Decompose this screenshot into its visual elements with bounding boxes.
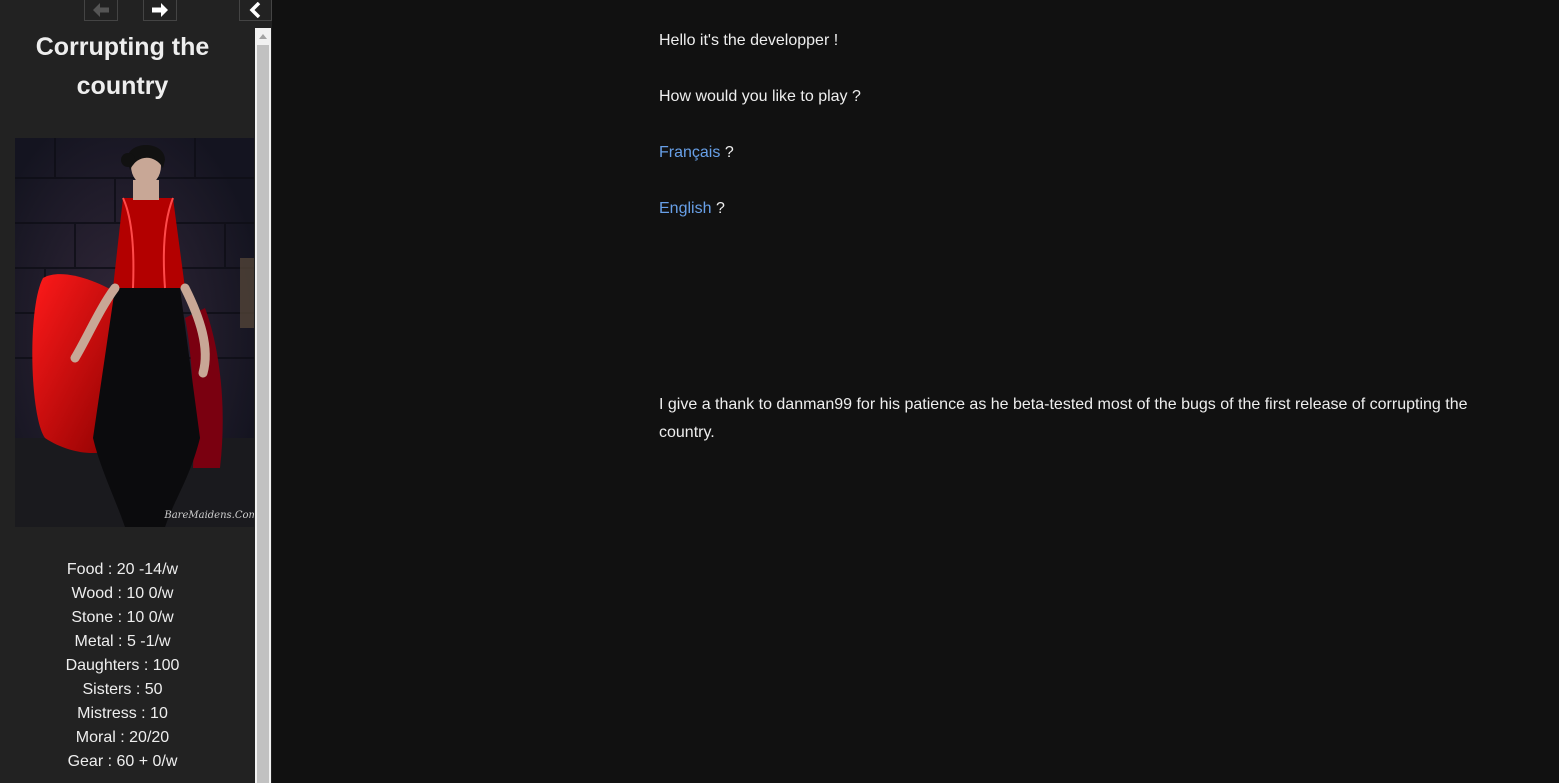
scroll-up-arrow[interactable]: [255, 28, 271, 45]
story-title-line: Corrupting the: [35, 33, 210, 61]
arrow-left-icon: [93, 3, 109, 17]
portrait-watermark: BareMaidens.Com: [164, 510, 254, 521]
question-mark: ?: [724, 144, 734, 161]
stat-mistress: Mistress : 10: [77, 705, 168, 722]
caret-up-icon: [259, 34, 267, 39]
story-title: Corrupting the country: [0, 28, 245, 106]
stat-metal: Metal : 5 -1/w: [74, 633, 171, 650]
sidebar-scrollbar[interactable]: [255, 28, 271, 783]
stat-gear: Gear : 60 + 0/w: [67, 753, 178, 770]
greeting-text: Hello it's the developper !: [659, 32, 839, 49]
thanks-text: I give a thank to danman99 for his patie…: [659, 396, 1468, 441]
character-portrait: BareMaidens.Com: [15, 138, 254, 527]
arrow-right-icon: [152, 3, 168, 17]
stat-stone: Stone : 10 0/w: [71, 609, 174, 626]
question-mark: ?: [715, 200, 725, 217]
english-choice: English ?: [659, 195, 1499, 223]
question-text: How would you like to play ?: [659, 88, 861, 105]
history-forward-button[interactable]: [143, 0, 177, 21]
ui-bar: Corrupting the country BareMaidens.Com F…: [0, 0, 272, 783]
history-back-button[interactable]: [84, 0, 118, 21]
resource-stats: Food : 20 -14/w Wood : 10 0/w Stone : 10…: [0, 558, 245, 774]
french-choice: Français ?: [659, 139, 1499, 167]
stat-wood: Wood : 10 0/w: [71, 585, 174, 602]
stat-sisters: Sisters : 50: [82, 681, 163, 698]
portrait-image: [15, 138, 254, 527]
story-title-line: country: [76, 72, 169, 100]
english-language-link[interactable]: English: [659, 200, 711, 217]
scrollbar-thumb[interactable]: [257, 45, 269, 783]
stat-food: Food : 20 -14/w: [66, 561, 179, 578]
stat-daughters: Daughters : 100: [65, 657, 180, 674]
passage: Hello it's the developper ! How would yo…: [659, 27, 1499, 447]
stat-moral: Moral : 20/20: [75, 729, 170, 746]
chevron-left-icon: [249, 2, 260, 18]
sidebar-stow-button[interactable]: [239, 0, 272, 21]
french-language-link[interactable]: Français: [659, 144, 720, 161]
